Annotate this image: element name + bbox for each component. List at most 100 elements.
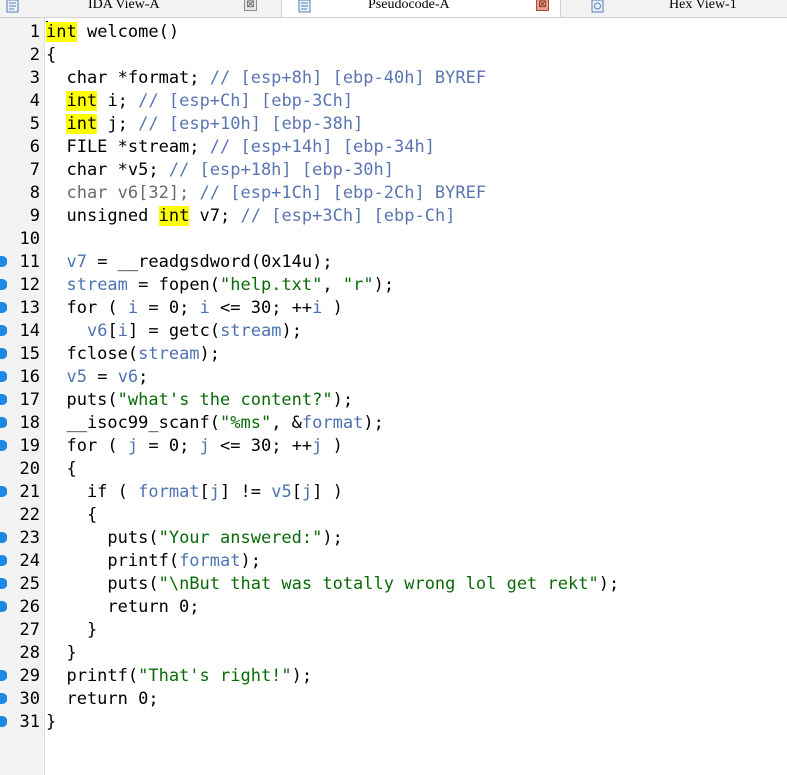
code-token: ); bbox=[281, 321, 302, 341]
variable-token[interactable]: i bbox=[200, 298, 210, 318]
close-icon[interactable]: ⊠ bbox=[244, 0, 257, 11]
code-text: return 0; bbox=[46, 688, 158, 711]
code-line[interactable]: 18 __isoc99_scanf("%ms", &format); bbox=[0, 412, 787, 435]
variable-token[interactable]: j bbox=[210, 482, 220, 502]
tab-bar: IDA View-A ⊠ Pseudocode-A ⊠ Hex View-1 bbox=[0, 0, 787, 18]
breakpoint-marker-icon[interactable] bbox=[0, 394, 7, 405]
tab-hex-view-1[interactable]: Hex View-1 bbox=[577, 0, 787, 17]
code-line[interactable]: 10 bbox=[0, 228, 787, 251]
code-token: ); bbox=[291, 666, 313, 686]
code-line[interactable]: 17 puts("what's the content?"); bbox=[0, 389, 787, 412]
variable-token[interactable]: j bbox=[200, 436, 210, 456]
variable-token[interactable]: i bbox=[128, 298, 138, 318]
variable-token[interactable]: format bbox=[138, 482, 199, 502]
code-text: stream = fopen("help.txt", "r"); bbox=[46, 274, 394, 297]
line-number: 18 bbox=[19, 413, 40, 433]
pseudocode-editor[interactable]: 1 int welcome() 2{3 char *format; // [esp+… bbox=[0, 18, 787, 775]
code-line[interactable]: 26 return 0; bbox=[0, 596, 787, 619]
variable-token[interactable]: format bbox=[302, 413, 363, 433]
code-line[interactable]: 12 stream = fopen("help.txt", "r"); bbox=[0, 274, 787, 297]
code-line[interactable]: 31} bbox=[0, 711, 787, 734]
breakpoint-marker-icon[interactable] bbox=[0, 578, 7, 589]
variable-token[interactable]: format bbox=[179, 551, 240, 571]
code-line[interactable]: 1 int welcome() bbox=[0, 21, 787, 44]
breakpoint-marker-icon[interactable] bbox=[0, 670, 7, 681]
code-line[interactable]: 19 for ( j = 0; j <= 30; ++j ) bbox=[0, 435, 787, 458]
line-number: 2 bbox=[29, 45, 40, 65]
comment-token: // [esp+14h] [ebp-34h] bbox=[209, 137, 435, 157]
line-number: 8 bbox=[29, 183, 40, 203]
highlighted-keyword[interactable]: int bbox=[66, 91, 98, 111]
code-token: ] != bbox=[220, 482, 272, 502]
variable-token[interactable]: i bbox=[118, 321, 128, 341]
breakpoint-marker-icon[interactable] bbox=[0, 601, 7, 612]
variable-token[interactable]: v6 bbox=[118, 367, 138, 387]
highlighted-keyword[interactable]: int bbox=[46, 22, 77, 42]
variable-token[interactable]: v6 bbox=[87, 321, 107, 341]
variable-token[interactable]: j bbox=[128, 436, 138, 456]
code-token: printf( bbox=[46, 666, 139, 686]
breakpoint-marker-icon[interactable] bbox=[0, 532, 7, 543]
code-line[interactable]: 5 int j; // [esp+10h] [ebp-38h] bbox=[0, 113, 787, 136]
code-token: ) bbox=[322, 436, 343, 456]
code-line[interactable]: 13 for ( i = 0; i <= 30; ++i ) bbox=[0, 297, 787, 320]
code-line[interactable]: 22 { bbox=[0, 504, 787, 527]
variable-token[interactable]: stream bbox=[220, 321, 281, 341]
breakpoint-marker-icon[interactable] bbox=[0, 348, 7, 359]
code-token: ); bbox=[322, 528, 343, 548]
code-token: for ( bbox=[46, 436, 128, 456]
line-number: 16 bbox=[19, 367, 40, 387]
code-line[interactable]: 30 return 0; bbox=[0, 688, 787, 711]
code-line[interactable]: 27 } bbox=[0, 619, 787, 642]
line-number: 4 bbox=[29, 91, 40, 111]
code-line[interactable]: 2{ bbox=[0, 44, 787, 67]
variable-token[interactable]: v5 bbox=[271, 482, 291, 502]
variable-token[interactable]: v7 bbox=[66, 252, 86, 272]
code-line[interactable]: 24 printf(format); bbox=[0, 550, 787, 573]
hex-view-icon bbox=[591, 0, 604, 13]
code-line[interactable]: 21 if ( format[j] != v5[j] ) bbox=[0, 481, 787, 504]
breakpoint-marker-icon[interactable] bbox=[0, 302, 7, 313]
variable-token[interactable]: v5 bbox=[66, 367, 86, 387]
code-line[interactable]: 8 char v6[32]; // [esp+1Ch] [ebp-2Ch] BY… bbox=[0, 182, 787, 205]
code-line[interactable]: 23 puts("Your answered:"); bbox=[0, 527, 787, 550]
breakpoint-marker-icon[interactable] bbox=[0, 555, 7, 566]
breakpoint-marker-icon[interactable] bbox=[0, 371, 7, 382]
code-text: if ( format[j] != v5[j] ) bbox=[46, 481, 343, 504]
tab-pseudocode-a[interactable]: Pseudocode-A ⊠ bbox=[281, 0, 561, 17]
code-line[interactable]: 15 fclose(stream); bbox=[0, 343, 787, 366]
breakpoint-marker-icon[interactable] bbox=[0, 716, 7, 727]
close-icon[interactable]: ⊠ bbox=[536, 0, 549, 11]
highlighted-keyword[interactable]: int bbox=[158, 206, 190, 226]
code-line[interactable]: 6 FILE *stream; // [esp+14h] [ebp-34h] bbox=[0, 136, 787, 159]
breakpoint-marker-icon[interactable] bbox=[0, 256, 7, 267]
code-line[interactable]: 4 int i; // [esp+Ch] [ebp-3Ch] bbox=[0, 90, 787, 113]
breakpoint-marker-icon[interactable] bbox=[0, 279, 7, 290]
code-token: char v6[32]; bbox=[46, 183, 200, 203]
variable-token[interactable]: stream bbox=[138, 344, 199, 364]
variable-token[interactable]: i bbox=[312, 298, 322, 318]
variable-token[interactable]: j bbox=[312, 436, 322, 456]
code-line[interactable]: 16 v5 = v6; bbox=[0, 366, 787, 389]
code-line[interactable]: 3 char *format; // [esp+8h] [ebp-40h] BY… bbox=[0, 67, 787, 90]
variable-token[interactable]: stream bbox=[66, 275, 127, 295]
code-line[interactable]: 29 printf("That's right!"); bbox=[0, 665, 787, 688]
breakpoint-marker-icon[interactable] bbox=[0, 440, 7, 451]
highlighted-keyword[interactable]: int bbox=[66, 114, 98, 134]
code-line[interactable]: 9 unsigned int v7; // [esp+3Ch] [ebp-Ch] bbox=[0, 205, 787, 228]
variable-token[interactable]: j bbox=[302, 482, 312, 502]
breakpoint-marker-icon[interactable] bbox=[0, 325, 7, 336]
code-line[interactable]: 11 v7 = __readgsdword(0x14u); bbox=[0, 251, 787, 274]
code-line[interactable]: 7 char *v5; // [esp+18h] [ebp-30h] bbox=[0, 159, 787, 182]
code-line[interactable]: 20 { bbox=[0, 458, 787, 481]
code-line[interactable]: 14 v6[i] = getc(stream); bbox=[0, 320, 787, 343]
breakpoint-marker-icon[interactable] bbox=[0, 417, 7, 428]
tab-ida-view-a[interactable]: IDA View-A ⊠ bbox=[0, 0, 270, 17]
breakpoint-marker-icon[interactable] bbox=[0, 693, 7, 704]
code-line[interactable]: 28 } bbox=[0, 642, 787, 665]
string-literal: "what's the content?" bbox=[117, 390, 333, 410]
breakpoint-marker-icon[interactable] bbox=[0, 486, 7, 497]
line-number: 29 bbox=[19, 666, 40, 686]
code-line[interactable]: 25 puts("\nBut that was totally wrong lo… bbox=[0, 573, 787, 596]
